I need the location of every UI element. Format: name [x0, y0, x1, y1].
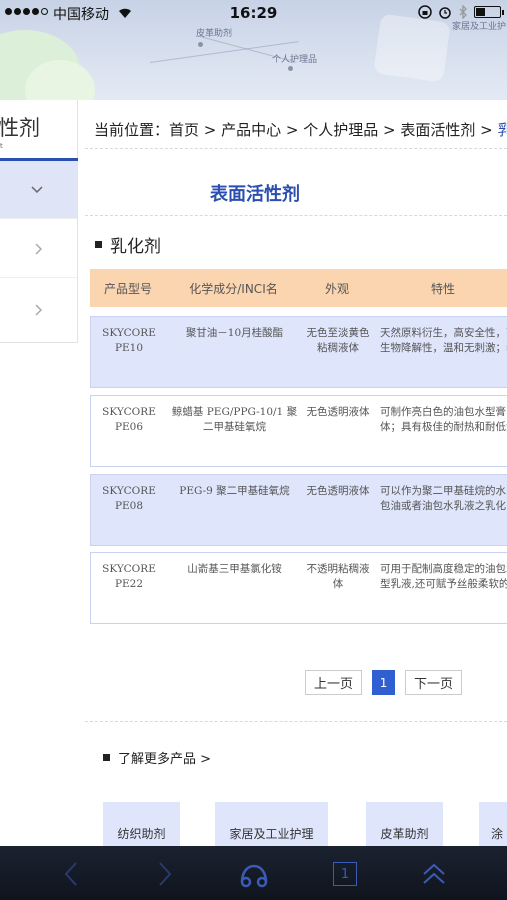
more-products-text: 了解更多产品 > — [118, 752, 212, 767]
table-row[interactable]: SKYCORE PE22 山嵛基三甲基氯化铵 不透明粘稠液体 可用于配制高度稳定… — [90, 552, 507, 624]
page-number-current[interactable]: 1 — [372, 670, 396, 695]
breadcrumb-surfactants[interactable]: 表面活性剂 — [400, 121, 475, 139]
product-model: SKYCORE PE10 — [102, 327, 156, 354]
menu-up-icon[interactable] — [420, 860, 448, 888]
main-content: 当前位置：首页 > 产品中心 > 个人护理品 > 表面活性剂 > 乳化 表面活性… — [85, 100, 507, 848]
back-icon[interactable] — [58, 860, 86, 888]
banner-label: 皮革助剂 — [196, 29, 233, 39]
alarm-icon — [439, 7, 451, 19]
sidebar-item[interactable] — [0, 281, 77, 338]
category-sidebar: 性剂 t — [0, 100, 78, 343]
product-appearance: 无色透明液体 — [306, 485, 370, 497]
table-row[interactable]: SKYCORE PE10 聚甘油－10月桂酸酯 无色至淡黄色粘稠液体 天然原料衍… — [90, 316, 507, 388]
divider — [85, 148, 507, 149]
bullet-icon — [103, 754, 110, 761]
feature-line: 天然原料衍生，高安全性，高 — [380, 327, 507, 339]
breadcrumb-separator: > — [281, 121, 304, 139]
product-model: SKYCORE PE08 — [102, 485, 156, 512]
banner-dot — [288, 66, 293, 71]
breadcrumb-current: 乳化 — [497, 121, 507, 139]
product-appearance: 不透明粘稠液体 — [306, 563, 370, 590]
sidebar-item[interactable] — [0, 221, 77, 278]
breadcrumb-personal-care[interactable]: 个人护理品 — [303, 121, 378, 139]
divider — [85, 215, 507, 216]
page-title: 表面活性剂 — [210, 184, 300, 205]
breadcrumb-separator: > — [475, 121, 498, 139]
product-chem: 聚甘油－10月桂酸酯 — [185, 327, 284, 339]
bullet-icon — [95, 241, 102, 248]
feature-line: 可以作为聚二甲基硅烷的水 — [380, 485, 506, 497]
breadcrumb-separator: > — [378, 121, 401, 139]
breadcrumb-home[interactable]: 首页 — [169, 121, 199, 139]
divider — [85, 721, 507, 722]
feature-line: 生物降解性，温和无刺激；表 — [380, 342, 507, 354]
battery-icon — [474, 6, 504, 18]
status-icons — [418, 5, 504, 19]
product-features: 可用于配制高度稳定的油包水 型乳液,还可赋予丝般柔软的 — [374, 562, 507, 592]
more-product-card[interactable]: 涂 — [479, 802, 507, 848]
pagination: 上一页 1 下一页 — [305, 670, 463, 695]
product-features: 可以作为聚二甲基硅烷的水 包油或者油包水乳液之乳化 — [374, 484, 507, 514]
feature-line: 型乳液,还可赋予丝般柔软的 — [380, 578, 507, 590]
bluetooth-icon — [459, 5, 467, 19]
column-header: 外观 — [324, 281, 349, 296]
breadcrumb: 当前位置：首页 > 产品中心 > 个人护理品 > 表面活性剂 > 乳化 — [94, 119, 507, 140]
breadcrumb-products[interactable]: 产品中心 — [221, 121, 281, 139]
sidebar-subtitle: t — [0, 142, 3, 150]
chevron-right-icon — [35, 243, 43, 255]
forward-icon[interactable] — [150, 860, 178, 888]
banner-label: 个人护理品 — [272, 55, 318, 65]
product-chem: 鲸蜡基 PEG/PPG-10/1 聚二甲基硅氧烷 — [171, 406, 298, 433]
browser-toolbar: 1 — [0, 846, 507, 900]
feature-line: 可用于配制高度稳定的油包水 — [380, 563, 507, 575]
breadcrumb-separator: > — [199, 121, 222, 139]
feature-line: 体；具有极佳的耐热和耐低温 — [380, 421, 507, 433]
product-model: SKYCORE PE06 — [102, 406, 156, 433]
product-features: 天然原料衍生，高安全性，高 生物降解性，温和无刺激；表 — [374, 326, 507, 356]
feature-line: 包油或者油包水乳液之乳化 — [380, 500, 506, 512]
banner-dot — [198, 42, 203, 47]
feature-line: 可制作亮白色的油包水型膏 — [380, 406, 506, 418]
section-title: 乳化剂 — [95, 232, 161, 257]
product-features: 可制作亮白色的油包水型膏 体；具有极佳的耐热和耐低温 — [374, 405, 507, 435]
more-product-card[interactable]: 纺织助剂 — [103, 802, 180, 848]
status-bar: 中国移动 16:29 — [0, 0, 507, 26]
rotation-lock-icon — [418, 5, 432, 19]
product-appearance: 无色透明液体 — [306, 406, 370, 418]
column-header: 特性 — [430, 281, 455, 296]
table-row[interactable]: SKYCORE PE08 PEG-9 聚二甲基硅氧烷 无色透明液体 可以作为聚二… — [90, 474, 507, 546]
prev-page-button[interactable]: 上一页 — [305, 670, 363, 695]
next-page-button[interactable]: 下一页 — [405, 670, 463, 695]
product-chem: PEG-9 聚二甲基硅氧烷 — [179, 485, 290, 497]
more-product-card[interactable]: 家居及工业护理 — [215, 802, 328, 848]
section-title-text: 乳化剂 — [110, 237, 161, 257]
column-header: 化学成分/INCI名 — [189, 281, 278, 296]
product-model: SKYCORE PE22 — [102, 563, 156, 590]
chevron-right-icon — [35, 303, 43, 316]
more-product-card[interactable]: 皮革助剂 — [366, 802, 443, 848]
sidebar-title: 性剂 — [0, 116, 40, 140]
more-products-title[interactable]: 了解更多产品 > — [103, 748, 211, 767]
home-icon[interactable] — [238, 858, 270, 888]
table-header: 产品型号 化学成分/INCI名 外观 特性 — [90, 269, 507, 307]
breadcrumb-prefix: 当前位置： — [94, 121, 170, 139]
product-appearance: 无色至淡黄色粘稠液体 — [306, 327, 370, 354]
column-header: 产品型号 — [103, 281, 152, 296]
product-chem: 山嵛基三甲基氯化铵 — [187, 563, 282, 575]
table-row[interactable]: SKYCORE PE06 鲸蜡基 PEG/PPG-10/1 聚二甲基硅氧烷 无色… — [90, 395, 507, 467]
tabs-button[interactable]: 1 — [333, 862, 357, 886]
